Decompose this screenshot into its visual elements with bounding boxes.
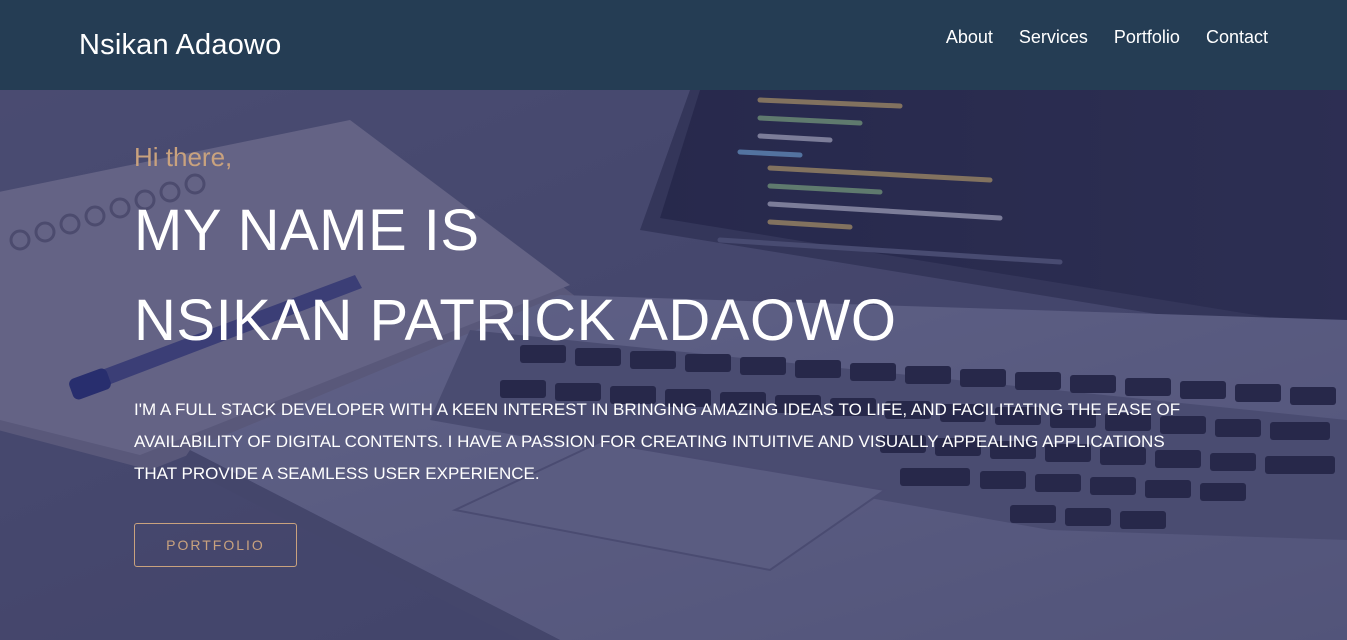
- hero-greeting: Hi there,: [134, 142, 233, 172]
- nav-link-services[interactable]: Services: [1019, 27, 1088, 48]
- hero-bio: I'M A FULL STACK DEVELOPER WITH A KEEN I…: [134, 400, 1181, 483]
- hero-headline-line-1: MY NAME IS: [134, 198, 480, 263]
- navbar: Nsikan Adaowo About Services Portfolio C…: [0, 0, 1347, 90]
- hero-headline: MY NAME IS NSIKAN PATRICK ADAOWO: [134, 186, 1214, 366]
- hero-content: Hi there, MY NAME IS NSIKAN PATRICK ADAO…: [134, 142, 1214, 490]
- hero-headline-line-2: NSIKAN PATRICK ADAOWO: [134, 288, 897, 353]
- hero-section: Hi there, MY NAME IS NSIKAN PATRICK ADAO…: [0, 90, 1347, 640]
- nav-link-about[interactable]: About: [946, 27, 993, 48]
- page: Nsikan Adaowo About Services Portfolio C…: [0, 0, 1347, 640]
- nav-link-portfolio[interactable]: Portfolio: [1114, 27, 1180, 48]
- nav-link-contact[interactable]: Contact: [1206, 27, 1268, 48]
- brand-logo[interactable]: Nsikan Adaowo: [79, 29, 282, 62]
- nav-menu: About Services Portfolio Contact: [946, 27, 1268, 48]
- portfolio-button[interactable]: PORTFOLIO: [134, 523, 297, 567]
